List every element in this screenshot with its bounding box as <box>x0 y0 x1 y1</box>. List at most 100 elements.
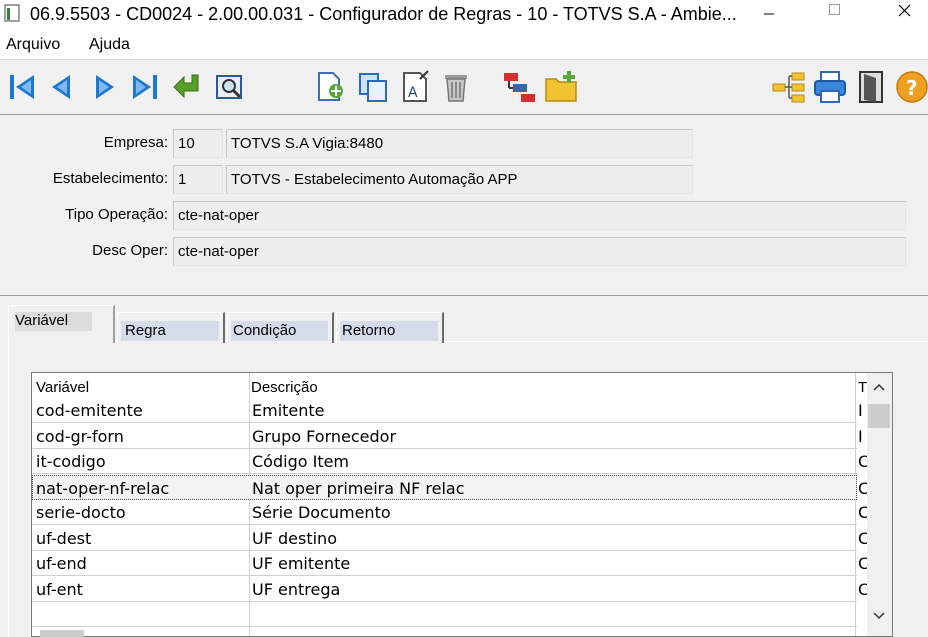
scroll-down-icon[interactable] <box>867 606 892 626</box>
cell-variavel: uf-dest <box>36 529 92 548</box>
cell-tipo: I <box>858 401 863 420</box>
search-button[interactable] <box>212 69 248 105</box>
table-row[interactable]: cod-emitente Emitente I <box>32 398 863 423</box>
cell-descricao: UF destino <box>252 529 337 548</box>
minimize-button[interactable] <box>746 0 792 29</box>
last-record-button[interactable] <box>127 69 163 105</box>
column-header-tipo[interactable]: T <box>858 375 867 400</box>
cell-tipo: C <box>858 452 867 471</box>
empresa-label: Empresa: <box>103 134 168 151</box>
next-record-icon <box>96 75 114 99</box>
cell-variavel: uf-end <box>36 554 87 573</box>
tab-regra[interactable]: Regra <box>117 312 225 343</box>
vertical-scrollbar[interactable] <box>867 373 892 636</box>
goto-button[interactable] <box>170 69 206 105</box>
folder-add-icon <box>545 71 577 102</box>
maximize-icon <box>829 4 840 15</box>
estabelecimento-code-field: 1 <box>173 165 223 194</box>
cell-descricao: Grupo Fornecedor <box>252 427 397 446</box>
close-button[interactable] <box>876 0 922 29</box>
title-bar: 06.9.5503 - CD0024 - 2.00.00.031 - Confi… <box>0 0 928 31</box>
tab-retorno-label: Retorno <box>342 322 396 339</box>
estabelecimento-name-field: TOTVS - Estabelecimento Automação APP <box>226 165 693 194</box>
cell-tipo: C <box>858 503 867 522</box>
cell-variavel: uf-ent <box>36 580 83 599</box>
search-icon <box>216 75 242 99</box>
tab-variavel[interactable]: Variável <box>8 305 115 343</box>
scroll-up-icon[interactable] <box>867 377 892 397</box>
print-icon <box>814 71 846 103</box>
first-record-button[interactable] <box>4 69 40 105</box>
menu-arquivo[interactable]: Arquivo <box>6 36 60 54</box>
delete-icon <box>445 75 467 102</box>
table-row[interactable]: uf-end UF emitente C <box>32 551 867 576</box>
help-icon: ? <box>896 71 928 103</box>
horizontal-scrollbar-thumb[interactable] <box>40 630 84 637</box>
table-row[interactable]: it-codigo Código Item C <box>32 449 867 474</box>
grid-header: Variável Descrição T <box>32 373 872 398</box>
hierarchy-button[interactable] <box>501 69 537 105</box>
new-button[interactable] <box>312 69 348 105</box>
folder-add-button[interactable] <box>544 69 580 105</box>
tab-condicao[interactable]: Condição <box>227 312 334 343</box>
cell-variavel: it-codigo <box>36 452 106 471</box>
cell-variavel: cod-emitente <box>36 401 143 420</box>
cell-tipo: C <box>858 580 867 599</box>
tab-variavel-label: Variável <box>15 312 93 331</box>
window-title: 06.9.5503 - CD0024 - 2.00.00.031 - Confi… <box>30 4 737 24</box>
minimize-icon <box>764 13 774 15</box>
table-row[interactable] <box>32 602 857 627</box>
table-row[interactable]: uf-ent UF entrega C <box>32 577 867 602</box>
help-button[interactable]: ? <box>894 69 928 105</box>
next-record-button[interactable] <box>86 69 122 105</box>
cell-variavel: nat-oper-nf-relac <box>36 479 170 498</box>
hierarchy-icon <box>504 73 535 102</box>
estabelecimento-label: Estabelecimento: <box>52 170 168 187</box>
cell-descricao: Emitente <box>252 401 325 420</box>
cell-tipo: C <box>858 529 867 548</box>
tree-icon <box>772 72 805 103</box>
cell-variavel: cod-gr-forn <box>36 427 124 446</box>
table-row[interactable]: cod-gr-forn Grupo Fornecedor I <box>32 424 863 449</box>
close-icon <box>898 4 911 17</box>
tab-retorno[interactable]: Retorno <box>336 312 444 343</box>
maximize-button[interactable] <box>811 0 857 29</box>
cell-tipo: I <box>858 427 863 446</box>
copy-button[interactable] <box>355 69 391 105</box>
separator <box>0 295 928 296</box>
table-row[interactable]: uf-dest UF destino C <box>32 526 867 551</box>
scrollbar-thumb[interactable] <box>868 404 890 428</box>
tree-button[interactable] <box>770 69 806 105</box>
svg-text:A: A <box>408 85 418 101</box>
tipo-operacao-field: cte-nat-oper <box>173 201 906 230</box>
tipo-operacao-label: Tipo Operação: <box>65 206 168 223</box>
first-record-icon <box>10 75 34 99</box>
edit-icon: A <box>403 70 429 102</box>
cell-tipo: C <box>858 554 867 573</box>
variables-grid[interactable]: Variável Descrição T cod-emitente Emiten… <box>31 372 893 637</box>
exit-icon <box>859 71 883 103</box>
cell-descricao: UF emitente <box>252 554 351 573</box>
menu-ajuda[interactable]: Ajuda <box>89 36 130 54</box>
column-header-variavel[interactable]: Variável <box>36 375 89 400</box>
previous-record-button[interactable] <box>44 69 80 105</box>
empresa-name-field: TOTVS S.A Vigia:8480 <box>226 129 693 158</box>
delete-button[interactable] <box>438 69 474 105</box>
copy-icon <box>359 73 387 102</box>
desc-oper-label: Desc Oper: <box>92 242 168 259</box>
table-row-selected[interactable]: nat-oper-nf-relac Nat oper primeira NF r… <box>32 475 867 500</box>
edit-button[interactable]: A <box>398 69 434 105</box>
toolbar: A ? <box>0 59 928 115</box>
last-record-icon <box>133 75 157 99</box>
goto-icon <box>173 74 199 99</box>
table-row[interactable]: serie-docto Série Documento C <box>32 500 867 525</box>
cell-descricao: UF entrega <box>252 580 341 599</box>
svg-text:?: ? <box>906 76 918 100</box>
tab-condicao-label: Condição <box>233 322 297 339</box>
exit-button[interactable] <box>854 69 890 105</box>
desc-oper-field: cte-nat-oper <box>173 237 906 266</box>
print-button[interactable] <box>812 69 848 105</box>
column-header-descricao[interactable]: Descrição <box>251 375 318 400</box>
cell-tipo: C <box>858 479 867 498</box>
cell-descricao: Código Item <box>252 452 350 471</box>
